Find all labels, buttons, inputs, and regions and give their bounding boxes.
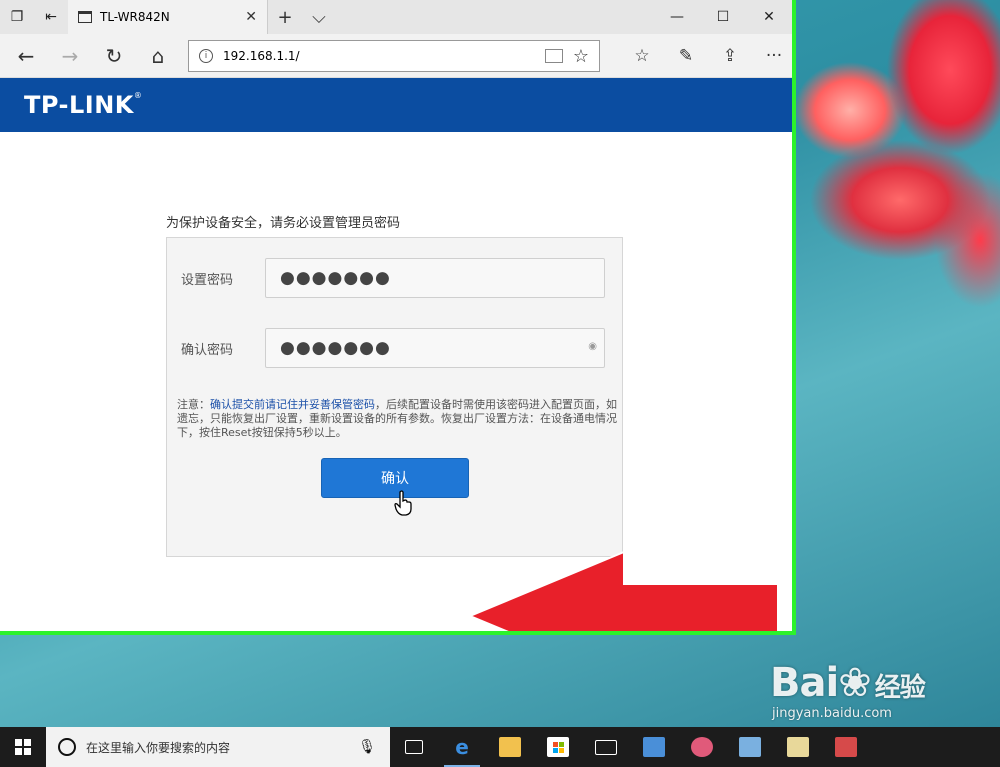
task-view-icon[interactable] xyxy=(390,727,438,767)
tool-app-icon[interactable] xyxy=(822,727,870,767)
start-button[interactable] xyxy=(0,727,46,767)
windows-taskbar: 在这里输入你要搜索的内容 🎙 e xyxy=(0,727,1000,767)
confirm-password-row: 确认密码 ●●●●●●● ◉ xyxy=(181,328,605,368)
tab-manager-icon[interactable]: ❐ xyxy=(0,0,34,34)
forward-button[interactable]: → xyxy=(48,36,92,76)
note-highlight: 确认提交前请记住并妥善保管密码 xyxy=(210,398,375,411)
browser-window: ❐ ⇤ TL-WR842N ✕ + ⌵ — ☐ ✕ ← → ↻ ⌂ i 192.… xyxy=(0,0,796,635)
password-prompt: 为保护设备安全，请务必设置管理员密码 xyxy=(166,216,401,231)
computer-app-icon[interactable] xyxy=(726,727,774,767)
microphone-icon[interactable]: 🎙 xyxy=(358,739,376,755)
taskbar-apps: e xyxy=(390,727,870,767)
password-note: 注意：确认提交前请记住并妥善保管密码，后续配置设备时需使用该密码进入配置页面，如… xyxy=(177,398,617,440)
mail-icon[interactable] xyxy=(582,727,630,767)
more-menu-icon[interactable]: ··· xyxy=(752,36,792,76)
set-password-value: ●●●●●●● xyxy=(280,268,391,288)
search-placeholder: 在这里输入你要搜索的内容 xyxy=(86,740,231,755)
windows-logo-icon xyxy=(15,739,31,755)
tab-preview-chevron-icon[interactable]: ⌵ xyxy=(302,0,336,34)
tplink-logo: TP-LINK® xyxy=(24,91,143,119)
note-prefix: 注意： xyxy=(177,398,210,411)
network-app-icon[interactable] xyxy=(630,727,678,767)
set-password-row: 设置密码 ●●●●●●● xyxy=(181,258,605,298)
refresh-button[interactable]: ↻ xyxy=(92,36,136,76)
home-button[interactable]: ⌂ xyxy=(136,36,180,76)
tab-active[interactable]: TL-WR842N ✕ xyxy=(68,0,268,34)
page-content: 为保护设备安全，请务必设置管理员密码 设置密码 ●●●●●●● 确认密码 ●●●… xyxy=(0,132,792,631)
reading-view-icon[interactable] xyxy=(544,49,563,63)
hand-cursor-icon xyxy=(394,490,412,516)
watermark-brand: Bai❀ 经验 xyxy=(770,660,926,706)
back-button[interactable]: ← xyxy=(4,36,48,76)
favorites-hub-icon[interactable]: ☆ xyxy=(620,36,664,76)
store-icon[interactable] xyxy=(534,727,582,767)
confirm-password-value: ●●●●●●● xyxy=(280,338,391,358)
window-controls: — ☐ ✕ xyxy=(654,0,792,34)
set-password-input[interactable]: ●●●●●●● xyxy=(265,258,605,298)
navigation-bar: ← → ↻ ⌂ i 192.168.1.1/ ☆ ☆ ✎ ⇪ ··· xyxy=(0,34,792,78)
site-info-icon[interactable]: i xyxy=(199,49,213,63)
close-window-button[interactable]: ✕ xyxy=(746,0,792,34)
taskbar-search-box[interactable]: 在这里输入你要搜索的内容 🎙 xyxy=(46,727,390,767)
document-app-icon[interactable] xyxy=(774,727,822,767)
tab-title: TL-WR842N xyxy=(100,10,170,24)
tplink-banner: TP-LINK® xyxy=(0,78,792,132)
password-panel: 设置密码 ●●●●●●● 确认密码 ●●●●●●● ◉ 注意：确认提交前请记住并… xyxy=(166,237,623,557)
web-note-icon[interactable]: ✎ xyxy=(664,36,708,76)
desktop-flower-decoration xyxy=(790,0,1000,320)
paw-icon: ❀ xyxy=(838,660,872,706)
share-icon[interactable]: ⇪ xyxy=(708,36,752,76)
favorite-star-icon[interactable]: ☆ xyxy=(573,46,589,67)
set-aside-tabs-icon[interactable]: ⇤ xyxy=(34,0,68,34)
new-tab-button[interactable]: + xyxy=(268,0,302,34)
paint-app-icon[interactable] xyxy=(678,727,726,767)
maximize-button[interactable]: ☐ xyxy=(700,0,746,34)
url-text[interactable]: 192.168.1.1/ xyxy=(223,49,535,63)
browser-toolbar: ☆ ✎ ⇪ ··· xyxy=(620,36,792,76)
title-bar: ❐ ⇤ TL-WR842N ✕ + ⌵ — ☐ ✕ xyxy=(0,0,792,34)
page-icon xyxy=(78,11,92,23)
reveal-password-eye-icon[interactable]: ◉ xyxy=(588,341,598,352)
confirm-password-label: 确认密码 xyxy=(181,342,234,358)
tab-close-icon[interactable]: ✕ xyxy=(245,9,257,25)
minimize-button[interactable]: — xyxy=(654,0,700,34)
cortana-icon xyxy=(58,738,76,756)
watermark-site: jingyan.baidu.com xyxy=(772,706,892,721)
address-bar[interactable]: i 192.168.1.1/ ☆ xyxy=(188,40,600,72)
confirm-password-input[interactable]: ●●●●●●● ◉ xyxy=(265,328,605,368)
red-arrow-annotation xyxy=(468,550,779,631)
edge-browser-icon[interactable]: e xyxy=(438,727,486,767)
set-password-label: 设置密码 xyxy=(181,272,234,288)
file-explorer-icon[interactable] xyxy=(486,727,534,767)
